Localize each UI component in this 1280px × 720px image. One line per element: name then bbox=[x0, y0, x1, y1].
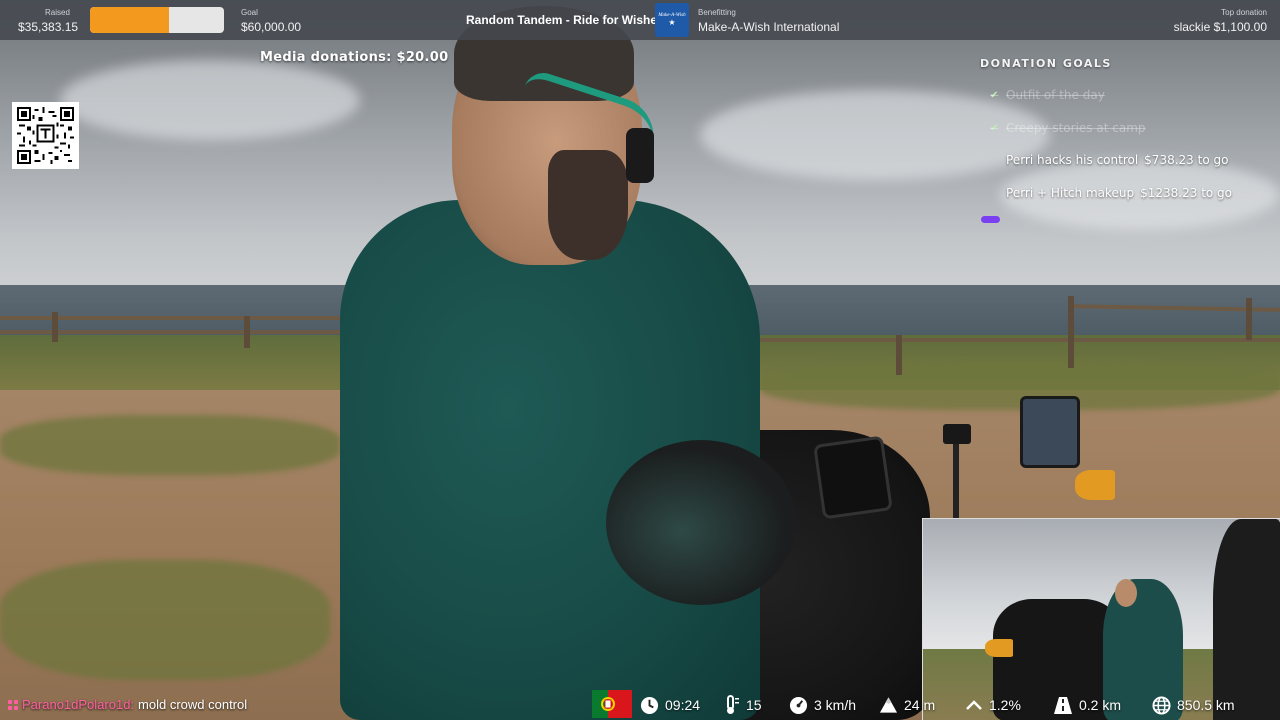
bike-horn bbox=[1075, 470, 1115, 500]
elevation-stat: 24 m bbox=[879, 690, 935, 720]
time-stat: 09:24 bbox=[640, 690, 700, 720]
fundraiser-progress-fill bbox=[90, 7, 170, 33]
grade-value: 1.2% bbox=[989, 697, 1021, 713]
fence-rail bbox=[750, 338, 1280, 342]
media-donations-total: Media donations: $20.00 bbox=[260, 50, 449, 65]
goal-amount-remaining: $738.23 to go bbox=[1144, 153, 1229, 167]
donation-goal-item: Perri + Hitch makeup $1238.23 to go bbox=[990, 183, 1232, 203]
top-donation-label: Top donation bbox=[1221, 8, 1267, 17]
clock-icon bbox=[640, 696, 659, 714]
fence-post bbox=[52, 312, 58, 342]
donation-qr-code[interactable] bbox=[12, 102, 79, 169]
road-icon bbox=[1054, 696, 1072, 714]
segment-distance-value: 0.2 km bbox=[1079, 697, 1122, 713]
fence-post bbox=[1068, 296, 1074, 368]
raised-label: Raised bbox=[45, 8, 70, 17]
fence-post bbox=[896, 335, 902, 375]
segment-distance-stat: 0.2 km bbox=[1053, 690, 1121, 720]
make-a-wish-logo: Make-A-Wish ★ bbox=[655, 3, 689, 37]
speedometer-icon bbox=[789, 696, 808, 714]
goal-label: Perri hacks his control bbox=[1006, 153, 1139, 167]
handlebar-phone-screen bbox=[1020, 396, 1080, 468]
time-value: 09:24 bbox=[665, 697, 701, 713]
handlebar-phone bbox=[813, 435, 893, 520]
donation-goal-item: ✔ Creepy stories at camp bbox=[990, 118, 1146, 138]
top-donation-value: slackie $1,100.00 bbox=[1173, 20, 1267, 34]
benefitting-label: Benefitting bbox=[698, 8, 736, 17]
fence-post bbox=[1246, 298, 1252, 340]
portugal-flag-icon bbox=[592, 690, 632, 718]
rider-beard bbox=[548, 150, 628, 260]
action-camera bbox=[943, 424, 971, 444]
cloud bbox=[60, 60, 360, 140]
thermometer-icon bbox=[727, 695, 739, 714]
fundraiser-progress-bar bbox=[90, 7, 224, 33]
qr-code-icon bbox=[17, 107, 74, 164]
goal-progress-indicator bbox=[981, 216, 1000, 223]
chevron-up-icon bbox=[966, 700, 982, 710]
grass-patch bbox=[0, 560, 330, 680]
goal-amount-remaining: $1238.23 to go bbox=[1140, 186, 1233, 200]
check-icon: ✔ bbox=[990, 89, 999, 101]
temperature-stat: 15 bbox=[722, 690, 762, 720]
raised-amount: $35,383.15 bbox=[18, 20, 79, 34]
mountain-icon bbox=[879, 697, 898, 713]
donation-goal-item: Perri hacks his control $738.23 to go bbox=[990, 150, 1228, 170]
temperature-value: 15 bbox=[746, 697, 762, 713]
speed-value: 3 km/h bbox=[814, 697, 857, 713]
globe-icon bbox=[1152, 695, 1171, 715]
donation-goal-item: ✔ Outfit of the day bbox=[990, 85, 1105, 105]
total-distance-stat: 850.5 km bbox=[1152, 690, 1235, 720]
pip-rider-head bbox=[1115, 579, 1137, 607]
fence-post bbox=[244, 316, 250, 348]
goal-label: Perri + Hitch makeup bbox=[1006, 186, 1135, 200]
chat-badge-icon bbox=[8, 699, 18, 710]
charity-name: Make-A-Wish International bbox=[698, 20, 840, 34]
check-icon: ✔ bbox=[990, 122, 999, 134]
total-distance-value: 850.5 km bbox=[1177, 697, 1235, 713]
elevation-value: 24 m bbox=[904, 697, 936, 713]
star-icon: ★ bbox=[668, 18, 676, 27]
goal-amount: $60,000.00 bbox=[241, 20, 302, 34]
stream-title: Random Tandem - Ride for Wishes bbox=[466, 13, 664, 27]
goal-label: Outfit of the day bbox=[1006, 88, 1105, 102]
donation-goals-title: DONATION GOALS bbox=[980, 57, 1112, 70]
chat-text: mold crowd control bbox=[138, 697, 248, 712]
grade-stat: 1.2% bbox=[965, 690, 1021, 720]
held-helmet bbox=[606, 440, 796, 605]
speed-stat: 3 km/h bbox=[789, 690, 856, 720]
top-overlay-bar: Raised $35,383.15 Goal $60,000.00 Random… bbox=[0, 0, 1280, 40]
grass-patch bbox=[0, 415, 340, 475]
chat-message: Parano1dPolaro1d: mold crowd control bbox=[8, 697, 247, 712]
goal-label: Goal bbox=[241, 8, 258, 17]
chat-username: Parano1dPolaro1d: bbox=[22, 697, 135, 712]
sunglasses-lens bbox=[626, 128, 654, 183]
pip-horn bbox=[985, 639, 1013, 657]
goal-label: Creepy stories at camp bbox=[1006, 121, 1146, 135]
